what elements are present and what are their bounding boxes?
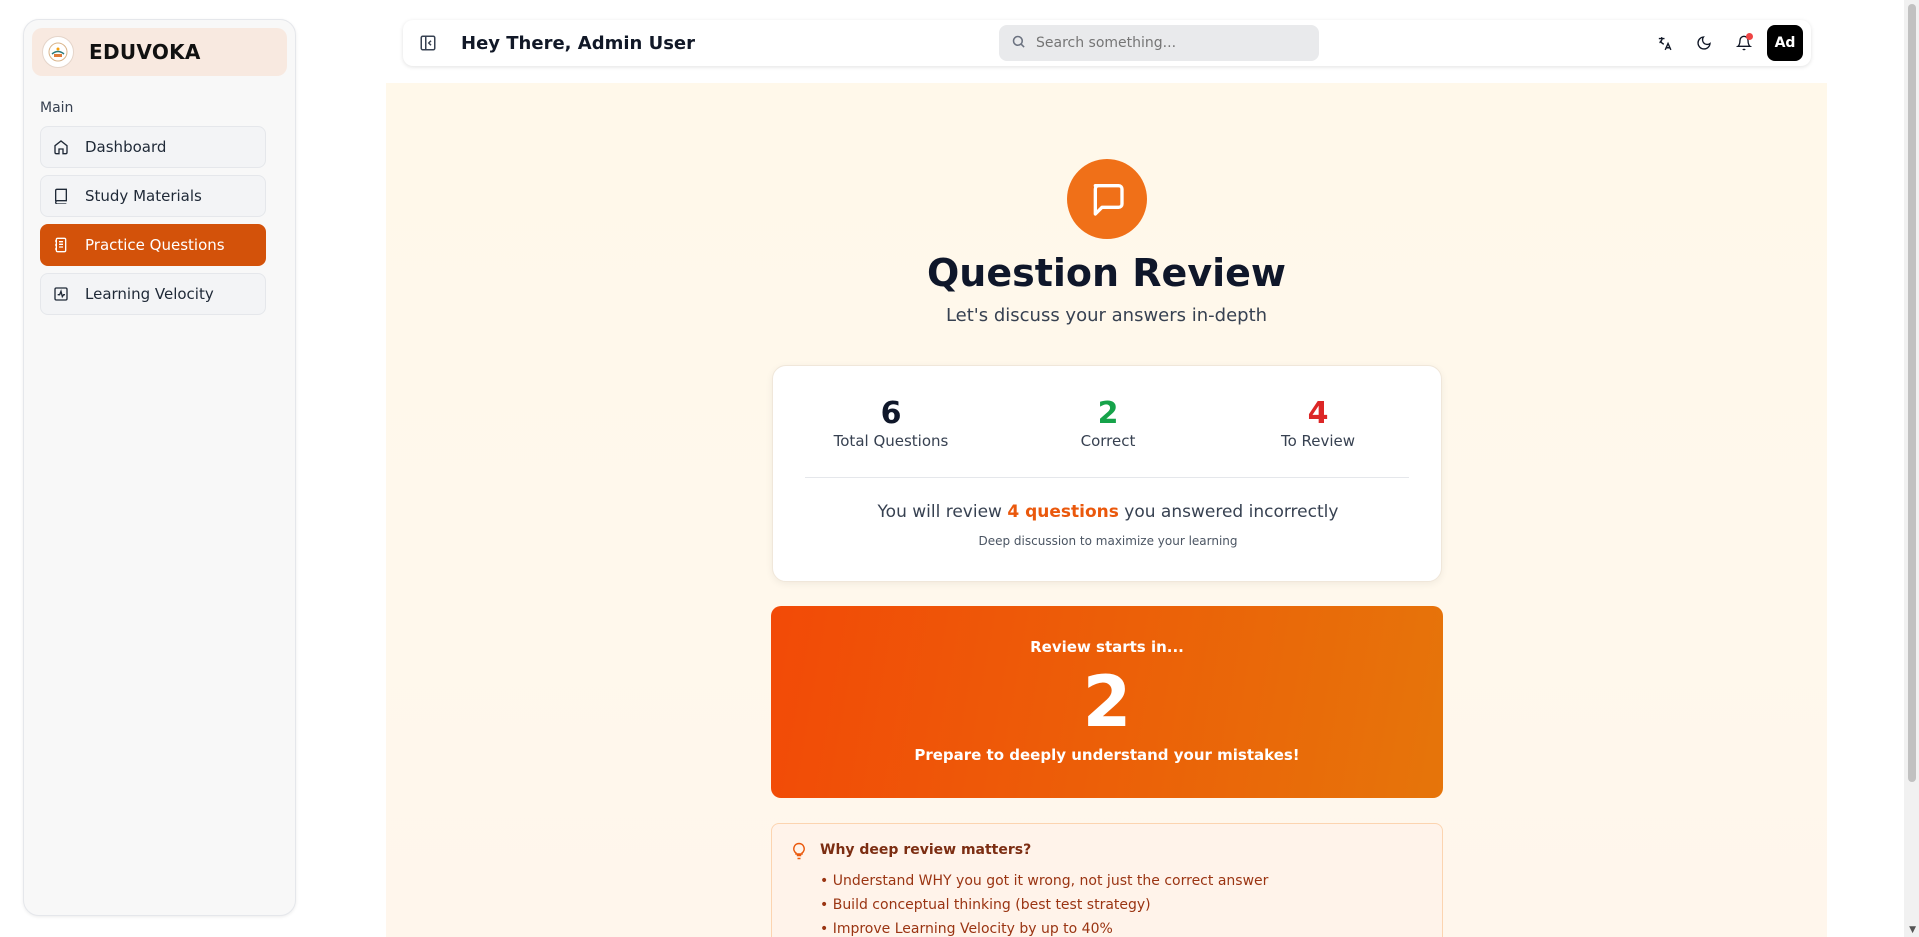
stat-total-label: Total Questions — [833, 432, 949, 450]
top-actions: Ad — [1643, 24, 1803, 62]
stat-review-label: To Review — [1280, 432, 1356, 450]
search-box[interactable] — [999, 25, 1319, 61]
stat-review: 4 To Review — [1218, 396, 1418, 450]
search-input[interactable] — [1036, 35, 1296, 51]
countdown-label: Review starts in... — [1030, 638, 1184, 656]
review-count-highlight: 4 questions — [1007, 502, 1119, 522]
translate-icon[interactable] — [1645, 24, 1683, 62]
sidebar-item-label: Practice Questions — [85, 236, 225, 254]
stat-correct: 2 Correct — [1008, 396, 1208, 450]
brand-header[interactable]: EDUVOKA — [32, 28, 287, 76]
top-bar: Hey There, Admin User Ad — [403, 20, 1811, 66]
tips-title: Why deep review matters? — [820, 842, 1032, 858]
sidebar-item-learning-velocity[interactable]: Learning Velocity — [40, 273, 266, 315]
review-prefix: You will review — [877, 502, 1002, 522]
page-title: Question Review — [926, 251, 1287, 295]
moon-icon[interactable] — [1685, 24, 1723, 62]
stat-review-value: 4 — [1307, 396, 1329, 431]
notebook-icon — [53, 237, 69, 253]
stats-card: 6 Total Questions 2 Correct 4 To Review … — [772, 365, 1442, 582]
lightbulb-icon — [790, 842, 808, 860]
review-summary: You will review 4 questions you answered… — [773, 502, 1443, 522]
sidebar-item-study-materials[interactable]: Study Materials — [40, 175, 266, 217]
list-item: • Understand WHY you got it wrong, not j… — [820, 873, 1269, 889]
sidebar-item-label: Study Materials — [85, 187, 202, 205]
review-suffix: you answered incorrectly — [1124, 502, 1339, 522]
stat-total: 6 Total Questions — [791, 396, 991, 450]
stat-correct-value: 2 — [1097, 396, 1119, 431]
sidebar-section-label: Main — [40, 100, 74, 116]
main-content: Question Review Let's discuss your answe… — [386, 83, 1827, 937]
activity-icon — [53, 286, 69, 302]
countdown-card: Review starts in... 2 Prepare to deeply … — [771, 606, 1443, 798]
book-icon — [53, 188, 69, 204]
notification-dot — [1746, 33, 1753, 40]
scroll-down-arrow-icon[interactable]: ▼ — [1909, 925, 1916, 935]
scrollbar-thumb[interactable] — [1908, 4, 1916, 782]
chat-bubble-icon — [1067, 159, 1147, 239]
review-subtext: Deep discussion to maximize your learnin… — [978, 534, 1238, 548]
sidebar-toggle-icon[interactable] — [419, 34, 437, 52]
greeting: Hey There, Admin User — [461, 32, 695, 54]
countdown-value: 2 — [1082, 661, 1132, 743]
brand-name: EDUVOKA — [89, 40, 201, 64]
tips-card: Why deep review matters? • Understand WH… — [771, 823, 1443, 937]
home-icon — [53, 139, 69, 155]
sidebar: EDUVOKA Main Dashboard Study Materials P… — [23, 19, 296, 916]
search-icon — [1011, 34, 1026, 53]
divider — [805, 477, 1409, 478]
sidebar-item-dashboard[interactable]: Dashboard — [40, 126, 266, 168]
avatar[interactable]: Ad — [1767, 25, 1803, 61]
tips-list: • Understand WHY you got it wrong, not j… — [820, 869, 1268, 937]
countdown-message: Prepare to deeply understand your mistak… — [914, 746, 1300, 764]
brand-logo — [42, 36, 74, 68]
list-item: • Build conceptual thinking (best test s… — [820, 897, 1151, 913]
sidebar-item-practice-questions[interactable]: Practice Questions — [40, 224, 266, 266]
sidebar-item-label: Learning Velocity — [85, 285, 214, 303]
page-subtitle: Let's discuss your answers in-depth — [945, 305, 1268, 326]
list-item: • Improve Learning Velocity by up to 40% — [820, 921, 1113, 937]
page-scrollbar[interactable]: ▼ — [1904, 0, 1919, 937]
stat-total-value: 6 — [880, 396, 902, 431]
bell-icon[interactable] — [1725, 24, 1763, 62]
sidebar-item-label: Dashboard — [85, 138, 167, 156]
stat-correct-label: Correct — [1080, 432, 1136, 450]
